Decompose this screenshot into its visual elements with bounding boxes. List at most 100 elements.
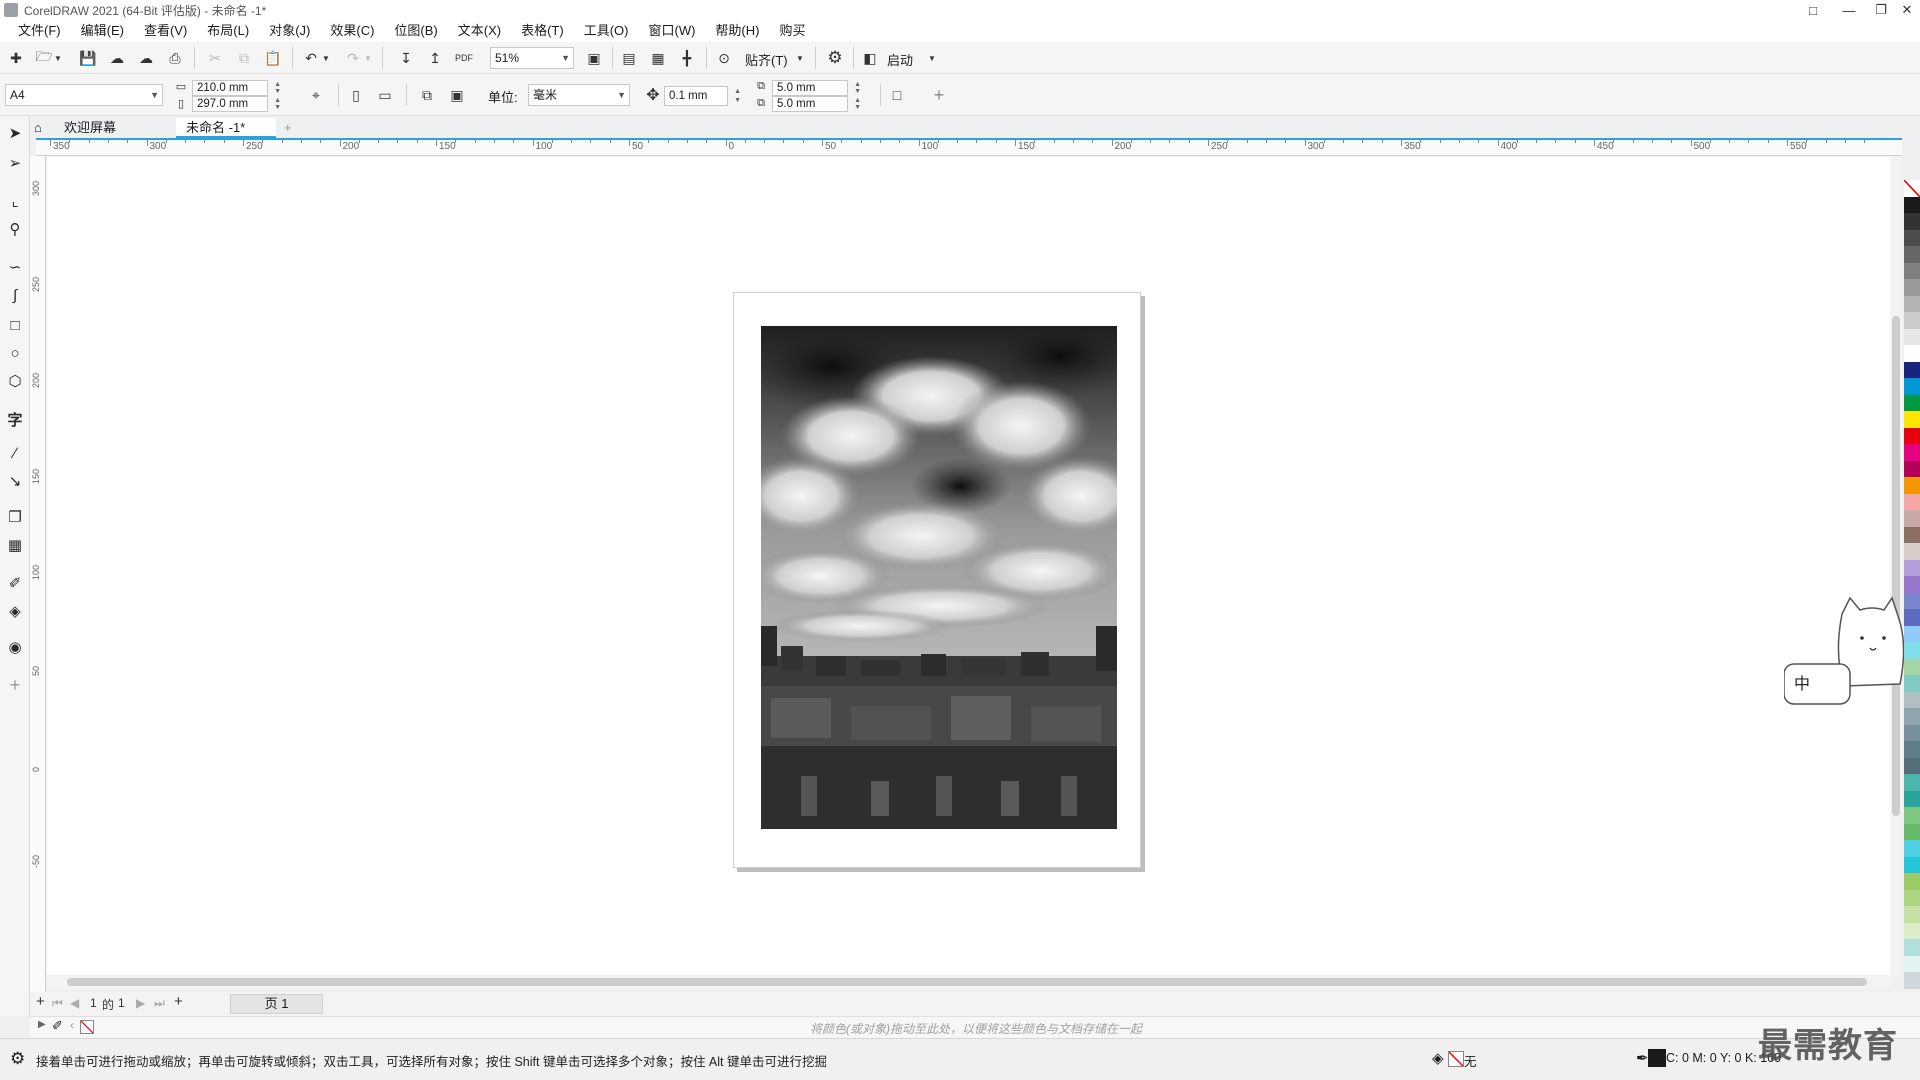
launch-dropdown-icon[interactable]: ▼ [926, 47, 938, 69]
page-width-input[interactable]: 210.0 mm ▲ ▼ [192, 80, 281, 96]
palette-swatch[interactable] [1904, 675, 1920, 692]
spinner-arrows-icon[interactable]: ▲ ▼ [274, 97, 281, 111]
palette-swatch[interactable] [1904, 642, 1920, 659]
fill-bucket-icon[interactable]: ◈ [1432, 1049, 1444, 1067]
restore-down-icon[interactable]: □ [1798, 0, 1828, 20]
publish-pdf-icon[interactable]: PDF [453, 47, 475, 69]
zoom-level-dropdown[interactable]: 51% ▼ [490, 47, 574, 69]
palette-swatch[interactable] [1904, 262, 1920, 280]
show-rulers-icon[interactable]: ▤ [618, 47, 640, 69]
close-button[interactable]: ✕ [1892, 0, 1920, 20]
print-icon[interactable]: ⎙ [164, 47, 186, 69]
tab-untitled-1[interactable]: 未命名 -1* [176, 118, 276, 138]
palette-swatch[interactable] [1904, 328, 1920, 346]
palette-swatch[interactable] [1904, 592, 1920, 610]
save-icon[interactable]: 💾 [77, 47, 99, 69]
menu-bitmaps[interactable]: 位图(B) [384, 20, 447, 42]
tab-welcome-screen[interactable]: 欢迎屏幕 [54, 118, 174, 138]
palette-swatch[interactable] [1904, 823, 1920, 841]
palette-swatch[interactable] [1904, 790, 1920, 808]
palette-swatch[interactable] [1904, 213, 1920, 230]
ellipse-tool-icon[interactable]: ○ [4, 342, 26, 364]
eyedropper-icon[interactable]: ✐ [4, 572, 26, 594]
page-size-dropdown[interactable]: A4 ▼ [5, 84, 163, 106]
interactive-fill-icon[interactable]: ◈ [4, 600, 26, 622]
snap-to-label[interactable]: 贴齐(T) [745, 50, 788, 69]
cloud-icon[interactable]: ☁ [135, 47, 157, 69]
palette-swatch[interactable] [1904, 807, 1920, 824]
palette-swatch[interactable] [1904, 955, 1920, 973]
menu-buy[interactable]: 购买 [769, 20, 815, 42]
palette-swatch[interactable] [1904, 576, 1920, 593]
palette-swatch[interactable] [1904, 477, 1920, 494]
palette-swatch[interactable] [1904, 510, 1920, 527]
palette-swatch[interactable] [1904, 691, 1920, 709]
snap-off-icon[interactable]: ⊙ [713, 47, 735, 69]
units-dropdown[interactable]: 毫米 ▼ [528, 84, 630, 106]
home-icon[interactable]: ⌂ [30, 118, 52, 138]
nudge-distance-input[interactable]: 0.1 mm ▲ ▼ [664, 86, 741, 106]
polygon-tool-icon[interactable]: ⬡ [4, 370, 26, 392]
palette-swatch[interactable] [1904, 279, 1920, 296]
current-page-icon[interactable]: ▣ [446, 84, 468, 106]
page-height-input[interactable]: 297.0 mm ▲ ▼ [192, 96, 281, 112]
palette-swatch[interactable] [1904, 609, 1920, 626]
text-tool-icon[interactable]: 字 [4, 408, 26, 430]
landscape-icon[interactable]: ▭ [374, 84, 396, 106]
fill-none-swatch[interactable] [1448, 1051, 1464, 1067]
palette-swatch[interactable] [1904, 196, 1920, 214]
pen-nib-icon[interactable]: ✒ [1636, 1049, 1649, 1067]
duplicate-distance-y-input[interactable]: 5.0 mm ▲ ▼ [772, 96, 861, 112]
palette-swatch[interactable] [1904, 345, 1920, 362]
previous-page-icon[interactable]: ◀ [70, 996, 79, 1010]
gear-icon[interactable]: ⚙ [10, 1049, 25, 1069]
menu-object[interactable]: 对象(J) [259, 20, 320, 42]
palette-swatch[interactable] [1904, 972, 1920, 989]
spinner-arrows-icon[interactable]: ▲ ▼ [734, 87, 741, 105]
paste-icon[interactable]: 📋 [262, 47, 284, 69]
launch-label[interactable]: 启动 [887, 50, 913, 69]
palette-swatch[interactable] [1904, 427, 1920, 445]
menu-effects[interactable]: 效果(C) [320, 20, 384, 42]
input-method-mascot[interactable]: 中 [1783, 594, 1905, 714]
palette-swatch[interactable] [1904, 939, 1920, 956]
menu-text[interactable]: 文本(X) [448, 20, 511, 42]
add-icon[interactable]: + [928, 84, 950, 106]
palette-swatch[interactable] [1904, 526, 1920, 544]
palette-swatch[interactable] [1904, 741, 1920, 758]
add-page-after-icon[interactable]: + [174, 993, 183, 1010]
palette-swatch[interactable] [1904, 856, 1920, 874]
horizontal-ruler[interactable]: 350 300 250 200 150 100 50 0 50 100 150 200 250 300 35… [36, 138, 1902, 156]
palette-swatch[interactable] [1904, 757, 1920, 775]
zoom-tool-icon[interactable]: ⚲ [4, 218, 26, 240]
palette-swatch[interactable] [1904, 361, 1920, 379]
show-grid-icon[interactable]: ▦ [647, 47, 669, 69]
palette-swatch[interactable] [1904, 180, 1920, 197]
menu-help[interactable]: 帮助(H) [705, 20, 769, 42]
undo-dropdown-icon[interactable]: ▼ [320, 47, 332, 69]
palette-expand-icon[interactable]: ▶ [38, 1019, 46, 1030]
cut-icon[interactable]: ✂ [204, 47, 226, 69]
palette-swatch[interactable] [1904, 658, 1920, 676]
outline-color-swatch[interactable] [1648, 1049, 1666, 1067]
menu-tools[interactable]: 工具(O) [574, 20, 639, 42]
palette-swatch[interactable] [1904, 246, 1920, 263]
spinner-arrows-icon[interactable]: ▲ ▼ [274, 81, 281, 95]
palette-swatch[interactable] [1904, 460, 1920, 478]
smart-fill-icon[interactable]: ◉ [4, 636, 26, 658]
palette-scroll-left-icon[interactable]: ‹ [70, 1018, 74, 1032]
palette-swatch[interactable] [1904, 394, 1920, 412]
application-launcher-icon[interactable]: ◧ [859, 47, 881, 69]
drawing-canvas[interactable] [47, 157, 1902, 975]
vertical-ruler[interactable]: 300 250 200 150 100 50 0 -50 [30, 156, 46, 992]
palette-swatch[interactable] [1904, 411, 1920, 428]
black-white-city-sky-photo[interactable] [761, 326, 1117, 829]
parallel-dimension-icon[interactable]: ∕ [4, 442, 26, 464]
gear-icon[interactable]: ⚙ [824, 47, 846, 69]
add-page-before-icon[interactable]: + [36, 993, 45, 1010]
open-dropdown-icon[interactable]: ▼ [52, 47, 64, 69]
eyedropper-icon[interactable]: ✐ [52, 1018, 63, 1034]
palette-swatch[interactable] [1904, 559, 1920, 577]
minimize-button[interactable]: — [1834, 0, 1864, 20]
shape-tool-icon[interactable]: ➢ [4, 152, 26, 174]
